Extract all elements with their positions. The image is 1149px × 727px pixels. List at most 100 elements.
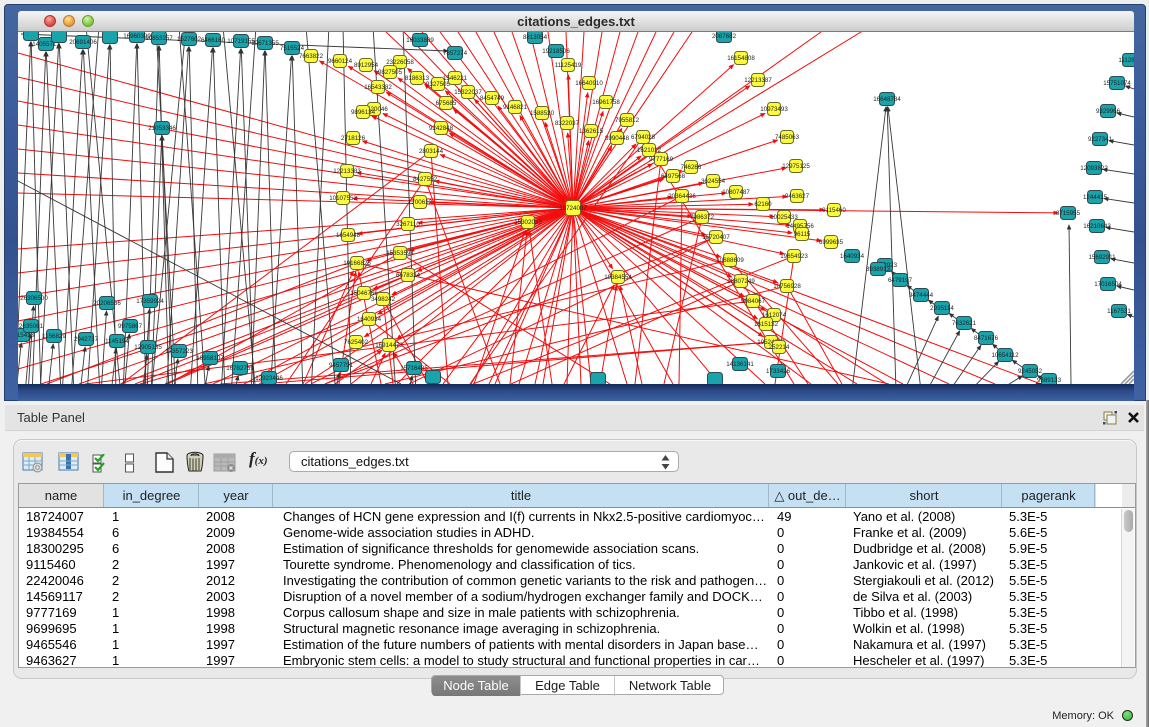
- svg-text:9115460: 9115460: [822, 207, 846, 214]
- svg-text:20691406: 20691406: [69, 39, 97, 46]
- svg-text:1640934: 1640934: [357, 316, 382, 323]
- svg-text:16033809: 16033809: [406, 37, 434, 44]
- svg-text:7955812: 7955812: [615, 117, 640, 124]
- svg-text:17359924: 17359924: [136, 298, 164, 305]
- svg-text:9084067: 9084067: [741, 298, 766, 305]
- svg-text:18724007: 18724007: [559, 205, 587, 212]
- svg-text:8938913: 8938913: [866, 266, 891, 273]
- svg-text:9242848: 9242848: [429, 125, 454, 132]
- svg-text:2635061: 2635061: [19, 323, 44, 330]
- svg-text:7515524: 7515524: [280, 45, 305, 52]
- svg-text:1527602: 1527602: [177, 36, 202, 43]
- svg-text:8990448: 8990448: [605, 135, 630, 142]
- svg-text:8912954: 8912954: [354, 62, 379, 69]
- svg-text:12905135: 12905135: [134, 344, 162, 351]
- svg-text:10853257: 10853257: [145, 35, 173, 42]
- svg-text:3267110: 3267110: [396, 221, 420, 228]
- svg-text:1615132: 1615132: [754, 321, 779, 328]
- svg-text:7632621: 7632621: [952, 320, 977, 327]
- svg-text:15353594: 15353594: [386, 250, 414, 257]
- svg-text:6794028: 6794028: [631, 134, 656, 141]
- svg-text:746266: 746266: [681, 164, 702, 171]
- svg-text:9329966: 9329966: [1096, 108, 1121, 115]
- svg-text:1167531: 1167531: [1107, 308, 1131, 315]
- svg-text:9896134: 9896134: [351, 109, 376, 116]
- svg-text:12093822: 12093822: [1080, 165, 1108, 172]
- svg-text:15692911: 15692911: [1088, 254, 1116, 261]
- svg-text:12213387: 12213387: [744, 77, 772, 84]
- svg-text:9389133: 9389133: [1037, 377, 1062, 384]
- svg-text:10688609: 10688609: [716, 257, 744, 264]
- svg-text:18807249: 18807249: [727, 278, 755, 285]
- svg-text:17357223: 17357223: [165, 348, 193, 355]
- svg-text:15751074: 15751074: [1103, 80, 1131, 87]
- svg-text:8471676: 8471676: [974, 335, 999, 342]
- svg-text:252214: 252214: [769, 344, 790, 351]
- svg-text:6466160: 6466160: [201, 37, 226, 44]
- svg-text:8322037: 8322037: [555, 120, 580, 127]
- svg-text:1588520: 1588520: [530, 110, 555, 117]
- svg-text:10807487: 10807487: [722, 189, 750, 196]
- svg-text:1362615: 1362615: [579, 128, 604, 135]
- svg-text:15716485: 15716485: [400, 365, 428, 372]
- svg-text:9146821: 9146821: [503, 104, 528, 111]
- svg-text:10958107: 10958107: [196, 355, 224, 362]
- svg-text:16210643: 16210643: [1083, 223, 1111, 230]
- svg-text:7857274: 7857274: [443, 50, 468, 57]
- svg-text:9827505: 9827505: [378, 69, 403, 76]
- svg-text:2935114: 2935114: [930, 305, 954, 312]
- svg-text:10973493: 10973493: [760, 106, 788, 113]
- svg-text:2803144: 2803144: [419, 148, 444, 155]
- svg-text:9327505: 9327505: [426, 81, 451, 88]
- svg-text:3915413: 3915413: [18, 332, 35, 339]
- svg-text:1156829: 1156829: [42, 333, 66, 340]
- svg-text:6678334: 6678334: [396, 272, 421, 279]
- svg-text:26306500: 26306500: [20, 295, 48, 302]
- svg-text:9660124: 9660124: [328, 58, 353, 65]
- svg-text:9227341: 9227341: [1088, 136, 1113, 143]
- svg-text:7663822: 7663822: [299, 53, 324, 60]
- svg-text:1546221: 1546221: [443, 75, 468, 82]
- svg-text:12975125: 12975125: [782, 163, 810, 170]
- svg-text:9777169: 9777169: [649, 156, 674, 163]
- svg-text:8427552: 8427552: [413, 176, 438, 183]
- svg-text:1145194: 1145194: [105, 338, 129, 345]
- svg-text:17016504: 17016504: [1094, 281, 1122, 288]
- svg-text:2718126: 2718126: [341, 135, 366, 142]
- svg-text:1733426: 1733426: [766, 368, 791, 375]
- svg-text:9975867: 9975867: [118, 323, 143, 330]
- svg-text:21053346: 21053346: [148, 125, 176, 132]
- svg-text:10107553: 10107553: [329, 195, 357, 202]
- svg-text:1654948: 1654948: [336, 232, 361, 239]
- svg-text:1112843: 1112843: [1118, 57, 1134, 64]
- svg-text:6479197: 6479197: [888, 277, 913, 284]
- svg-text:1244415: 1244415: [1083, 194, 1108, 201]
- svg-text:20206536: 20206536: [93, 300, 121, 307]
- svg-text:8813054: 8813054: [523, 34, 548, 41]
- svg-text:9457791: 9457791: [329, 362, 354, 369]
- svg-text:62160: 62160: [754, 201, 772, 208]
- svg-text:3624554: 3624554: [701, 178, 726, 185]
- svg-text:2087682: 2087682: [712, 33, 737, 40]
- svg-text:1640934: 1640934: [840, 253, 865, 260]
- svg-text:96115: 96115: [794, 231, 811, 238]
- svg-text:9245052: 9245052: [1018, 368, 1043, 375]
- svg-text:20364436: 20364436: [668, 193, 696, 200]
- svg-text:7986372: 7986372: [690, 214, 715, 221]
- svg-text:12923446: 12923446: [255, 375, 283, 382]
- svg-text:19166825: 19166825: [343, 260, 371, 267]
- svg-text:16154808: 16154808: [727, 55, 755, 62]
- svg-text:6497568: 6497568: [661, 173, 686, 180]
- svg-text:16640910: 16640910: [575, 80, 603, 87]
- svg-text:7625402: 7625402: [344, 339, 369, 346]
- svg-text:16648784: 16648784: [873, 96, 901, 103]
- svg-text:16961758: 16961758: [592, 99, 620, 106]
- svg-text:10671355: 10671355: [251, 40, 279, 47]
- svg-text:19218506: 19218506: [542, 48, 570, 55]
- svg-text:16914473: 16914473: [375, 342, 403, 349]
- svg-text:19384554: 19384554: [604, 274, 632, 281]
- svg-text:2942737: 2942737: [74, 336, 99, 343]
- svg-text:675685: 675685: [436, 100, 457, 107]
- svg-text:11125419: 11125419: [555, 62, 582, 69]
- svg-text:8715955: 8715955: [1056, 210, 1081, 217]
